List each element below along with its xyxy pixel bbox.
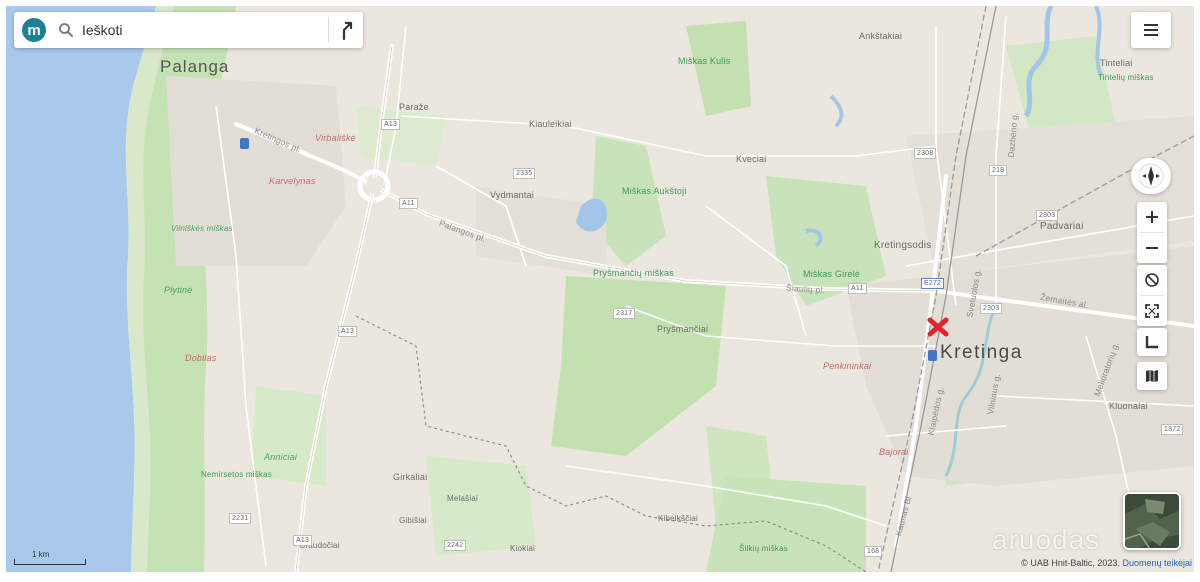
place-label-gibisiai: Gibišiai — [399, 516, 427, 525]
road-sign-a11-west: A11 — [399, 198, 418, 209]
place-label-padvariai: Padvariai — [1040, 221, 1084, 232]
place-label-kibelksciai: Kibelkščiai — [658, 514, 698, 523]
hamburger-menu-icon — [1144, 24, 1158, 36]
brand-logo[interactable]: m — [22, 18, 46, 42]
place-label-penkininkai: Penkininkai — [823, 361, 872, 371]
compass-icon — [1138, 163, 1164, 189]
view-controls — [1137, 265, 1167, 326]
place-label-kretingsodis: Kretingsodis — [874, 240, 932, 251]
measure-button[interactable] — [1137, 328, 1167, 356]
directions-button[interactable] — [329, 12, 363, 48]
road-sign-168: 168 — [864, 546, 883, 557]
zoom-in-button[interactable] — [1137, 202, 1167, 232]
map-layers-icon — [1146, 370, 1158, 382]
place-label-ankstakiai: Ankštakiai — [859, 31, 903, 41]
satellite-preview-icon — [1125, 494, 1179, 548]
search-icon — [58, 22, 74, 38]
road-sign-a13-north: A13 — [381, 119, 401, 130]
place-label-kluonalai: Kluonalai — [1109, 401, 1148, 411]
place-label-prysmanciai: Pryšmančiai — [657, 324, 709, 334]
place-label-anniciai: Anniciai — [264, 452, 298, 462]
minus-icon — [1146, 247, 1158, 249]
location-marker-icon[interactable] — [927, 317, 949, 337]
forest-label-kulis: Miškas Kulis — [678, 56, 731, 66]
fullscreen-icon — [1145, 304, 1159, 318]
road-sign-e272: E272 — [921, 278, 945, 289]
road-sign-2317: 2317 — [613, 308, 636, 319]
place-label-melasiai: Melašiai — [447, 494, 478, 503]
road-sign-218: 218 — [989, 165, 1008, 176]
road-sign-2242: 2242 — [444, 540, 467, 551]
road-sign-2231: 2231 — [229, 513, 252, 524]
attribution-link[interactable]: Duomenų teikėjai — [1122, 558, 1192, 568]
forest-label-nemirsetos: Nemirsetos miškas — [201, 470, 272, 479]
forest-label-vilniskes: Vilniškės miškas — [171, 224, 233, 233]
zoom-controls — [1137, 202, 1167, 263]
place-label-palanga: Palanga — [160, 57, 230, 76]
attribution-text: © UAB Hnit-Baltic, 2023. — [1021, 558, 1120, 568]
road-sign-a11-east: A11 — [848, 283, 867, 294]
road-sign-2308: 2308 — [914, 148, 937, 159]
place-label-kveciai: Kveciai — [736, 154, 767, 164]
scale-label: 1 km — [32, 550, 50, 559]
forest-label-girele: Miškas Girelė — [803, 269, 861, 279]
place-label-plytine: Plytinė — [164, 285, 193, 295]
map-layers-button[interactable] — [1137, 362, 1167, 390]
forest-label-prysmanciu: Pryšmančių miškas — [593, 268, 674, 278]
fullscreen-button[interactable] — [1137, 296, 1167, 326]
watermark: aruodas — [992, 524, 1101, 555]
bus-stop-icon — [240, 138, 249, 149]
search-input[interactable]: Ieškoti — [82, 22, 328, 38]
forest-label-aukstoji: Miškas Aukštoji — [622, 186, 687, 196]
place-label-bajorai: Bajorai — [879, 447, 909, 457]
road-sign-1372: 1372 — [1161, 424, 1184, 435]
road-sign-2303b: 2303 — [980, 303, 1003, 314]
place-label-dobilas: Dobilas — [185, 353, 217, 363]
place-label-virbaliske: Virbališkė — [315, 133, 356, 143]
map-canvas[interactable]: Palanga Kretinga Paraže Kiauleikiai Vydm… — [6, 6, 1194, 572]
place-label-kiauleikiai: Kiauleikiai — [529, 119, 572, 129]
plus-icon — [1146, 211, 1158, 223]
place-label-kiokiai: Kiokiai — [510, 544, 535, 553]
road-sign-2335: 2335 — [513, 168, 536, 179]
place-label-tinteliai: Tinteliai — [1100, 58, 1133, 68]
forest-label-silkiu: Šilkių miškas — [739, 544, 788, 553]
attribution: © UAB Hnit-Baltic, 2023. Duomenų teikėja… — [1021, 558, 1192, 568]
compass-button[interactable] — [1131, 158, 1171, 194]
search-bar[interactable]: m Ieškoti — [14, 12, 363, 48]
directions-icon — [342, 21, 353, 40]
menu-button[interactable] — [1131, 12, 1171, 48]
rotate-icon — [1145, 273, 1159, 287]
scale-line — [14, 559, 86, 565]
place-label-kretinga: Kretinga — [940, 342, 1023, 363]
reset-rotation-button[interactable] — [1137, 265, 1167, 295]
place-label-girkaliai: Girkaliai — [393, 472, 428, 482]
place-label-vydmantai: Vydmantai — [490, 190, 534, 200]
road-sign-2303: 2303 — [1036, 210, 1059, 221]
measure-icon — [1145, 336, 1158, 349]
forest-label-tinteliu: Tintelių miškas — [1098, 73, 1154, 82]
zoom-out-button[interactable] — [1137, 233, 1167, 263]
road-sign-a13-south: A13 — [338, 326, 358, 337]
satellite-toggle[interactable] — [1123, 492, 1181, 550]
place-label-paraze: Paraže — [399, 102, 429, 112]
place-label-karvelynas: Karvelynas — [269, 176, 316, 186]
scale-bar: 1 km — [14, 550, 86, 565]
bus-stop-icon — [928, 350, 937, 361]
road-sign-a13-far-south: A13 — [293, 535, 313, 546]
